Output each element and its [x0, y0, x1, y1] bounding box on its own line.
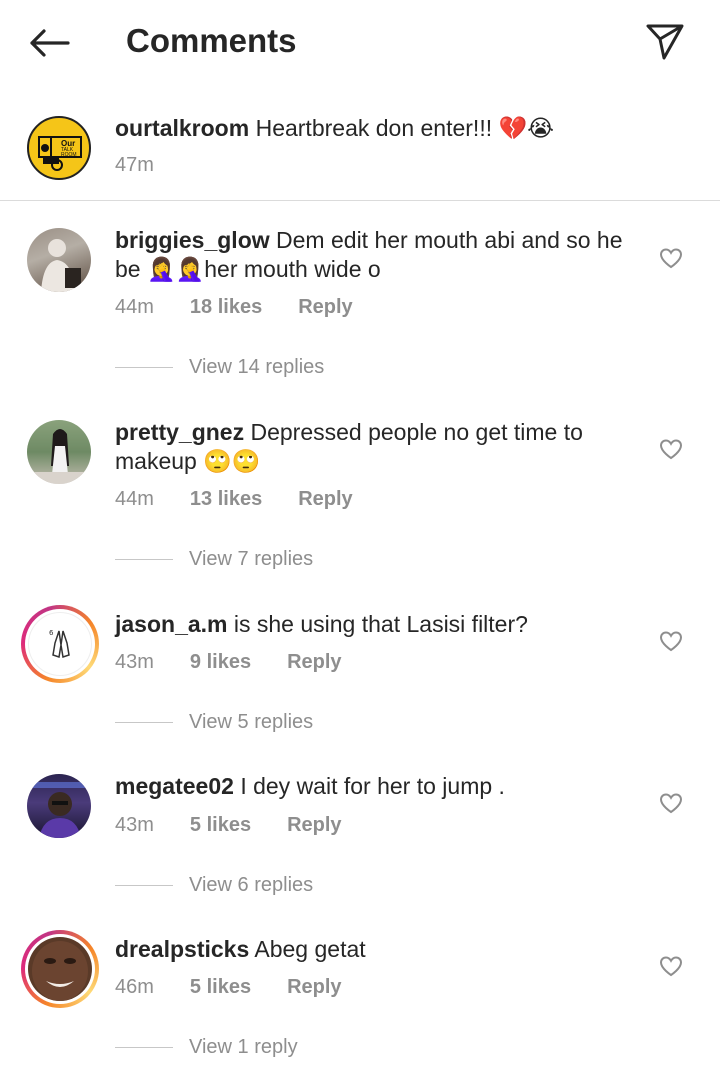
arrow-left-icon	[30, 29, 70, 57]
view-replies-button[interactable]: View 1 reply	[115, 1036, 298, 1059]
comment-meta: 46m 5 likes Reply	[115, 976, 378, 999]
avatar[interactable]	[27, 774, 91, 838]
reply-button[interactable]: Reply	[298, 296, 352, 319]
timestamp: 43m	[115, 814, 154, 836]
likes-count[interactable]: 5 likes	[190, 976, 251, 999]
heart-icon[interactable]	[658, 437, 684, 461]
heart-icon[interactable]	[658, 954, 684, 978]
timestamp: 46m	[115, 976, 154, 998]
username[interactable]: megatee02	[115, 773, 234, 799]
timestamp: 44m	[115, 296, 154, 318]
comment-text: megatee02 I dey wait for her to jump .	[115, 772, 625, 801]
caption-meta: 47m	[115, 154, 190, 177]
post-caption: Our TALK ROOM ourtalkroom Heartbreak don…	[0, 100, 720, 200]
svg-text:6: 6	[49, 629, 54, 637]
comment-meta: 44m 18 likes Reply	[115, 296, 389, 319]
timestamp: 43m	[115, 651, 154, 673]
comment-body: is she using that Lasisi filter?	[233, 611, 528, 637]
heart-icon[interactable]	[658, 791, 684, 815]
view-replies-button[interactable]: View 7 replies	[115, 548, 313, 571]
comment-meta: 44m 13 likes Reply	[115, 488, 389, 511]
username[interactable]: drealpsticks	[115, 936, 249, 962]
back-button[interactable]	[26, 20, 72, 66]
view-replies-button[interactable]: View 6 replies	[115, 874, 313, 897]
view-replies-label: View 6 replies	[189, 874, 314, 896]
divider-line	[115, 885, 173, 886]
praying-hands-icon: 6	[49, 629, 70, 658]
username[interactable]: jason_a.m	[115, 611, 228, 637]
avatar-inner	[25, 934, 95, 1004]
likes-count[interactable]: 18 likes	[190, 296, 262, 319]
caption-text: ourtalkroom Heartbreak don enter!!! 💔😭	[115, 114, 625, 143]
reply-button[interactable]: Reply	[287, 814, 341, 837]
divider-line	[115, 367, 173, 368]
avatar	[28, 937, 92, 1001]
ourtalkroom-logo	[38, 136, 82, 171]
caption-body: Heartbreak don enter!!! 💔😭	[255, 115, 555, 141]
story-ring[interactable]	[21, 930, 99, 1008]
reply-button[interactable]: Reply	[298, 488, 352, 511]
view-replies-label: View 7 replies	[189, 548, 314, 570]
heart-icon[interactable]	[658, 629, 684, 653]
profile-photo	[32, 941, 88, 1001]
view-replies-label: View 1 reply	[189, 1036, 298, 1058]
avatar[interactable]	[27, 228, 91, 292]
reply-button[interactable]: Reply	[287, 651, 341, 674]
likes-count[interactable]: 13 likes	[190, 488, 262, 511]
profile-photo	[27, 782, 91, 838]
username[interactable]: pretty_gnez	[115, 419, 244, 445]
username[interactable]: briggies_glow	[115, 227, 270, 253]
logo-text-room: ROOM	[61, 152, 77, 158]
divider	[0, 200, 720, 201]
paper-plane-icon	[646, 24, 684, 60]
profile-photo	[27, 429, 91, 484]
divider-line	[115, 559, 173, 560]
story-ring[interactable]: 6	[21, 605, 99, 683]
avatar-inner: 6	[25, 609, 95, 679]
likes-count[interactable]: 9 likes	[190, 651, 251, 674]
divider-line	[115, 722, 173, 723]
view-replies-button[interactable]: View 5 replies	[115, 711, 313, 734]
timestamp: 47m	[115, 154, 154, 176]
comment-text: pretty_gnez Depressed people no get time…	[115, 418, 625, 476]
comment-meta: 43m 9 likes Reply	[115, 651, 378, 674]
avatar[interactable]	[27, 420, 91, 484]
view-replies-button[interactable]: View 14 replies	[115, 356, 324, 379]
likes-count[interactable]: 5 likes	[190, 814, 251, 837]
comment-text: jason_a.m is she using that Lasisi filte…	[115, 610, 625, 639]
page-title: Comments	[126, 22, 297, 59]
avatar: 6	[28, 612, 92, 676]
timestamp: 44m	[115, 488, 154, 510]
username[interactable]: ourtalkroom	[115, 115, 249, 141]
top-bar: Comments	[0, 0, 720, 84]
divider-line	[115, 1047, 173, 1048]
reply-button[interactable]: Reply	[287, 976, 341, 999]
comment-text: drealpsticks Abeg getat	[115, 935, 625, 964]
comment-text: briggies_glow Dem edit her mouth abi and…	[115, 226, 625, 284]
comment-body: Abeg getat	[254, 936, 366, 962]
comment-meta: 43m 5 likes Reply	[115, 814, 378, 837]
profile-photo	[41, 239, 81, 292]
view-replies-label: View 5 replies	[189, 711, 314, 733]
avatar[interactable]: Our TALK ROOM	[27, 116, 91, 180]
heart-icon[interactable]	[658, 246, 684, 270]
comment-body: I dey wait for her to jump .	[240, 773, 505, 799]
share-button[interactable]	[640, 16, 690, 66]
view-replies-label: View 14 replies	[189, 356, 325, 378]
